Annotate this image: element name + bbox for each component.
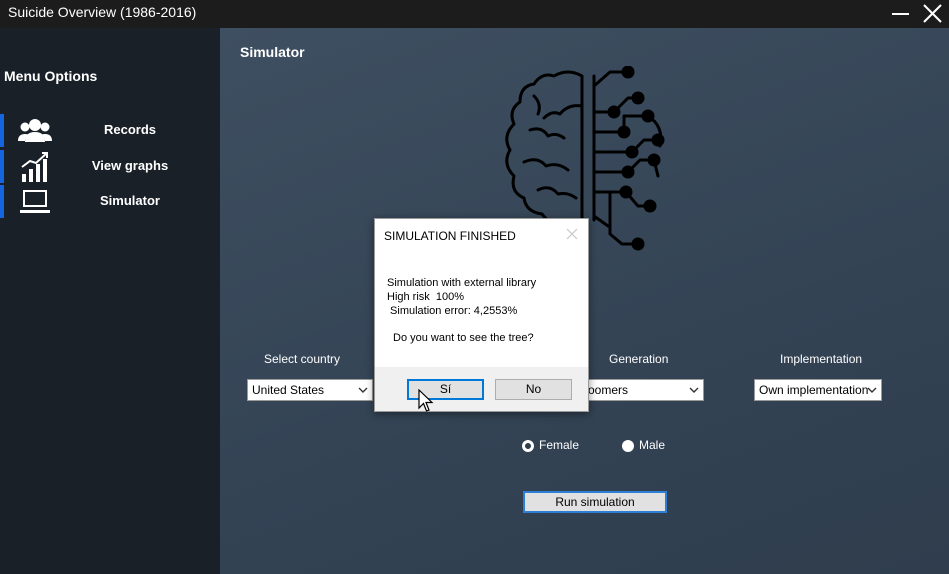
dialog-button-bar: Sí No xyxy=(375,367,588,411)
radio-male-label: Male xyxy=(639,438,666,452)
close-window-button[interactable] xyxy=(920,2,946,26)
minimize-icon xyxy=(892,13,909,15)
implementation-select-value: Own implementation xyxy=(759,383,869,397)
generation-label: Generation xyxy=(609,352,669,366)
bar-chart-icon xyxy=(21,152,48,182)
sidebar-item-label: Simulator xyxy=(100,193,160,208)
country-select-value: United States xyxy=(252,383,325,397)
dialog-close-icon[interactable] xyxy=(565,227,579,241)
title-bar: Suicide Overview (1986-2016) xyxy=(0,0,949,28)
country-label: Select country xyxy=(264,352,341,366)
country-select[interactable]: United States xyxy=(247,379,373,401)
window-title: Suicide Overview (1986-2016) xyxy=(8,4,197,20)
active-indicator xyxy=(0,185,4,218)
minimize-button[interactable] xyxy=(888,2,914,26)
implementation-select[interactable]: Own implementation xyxy=(754,379,882,401)
dialog-message-line: High risk 100% xyxy=(387,291,465,303)
sidebar-item-records[interactable]: Records xyxy=(0,114,220,147)
radio-female[interactable]: Female xyxy=(522,437,592,455)
sidebar-item-simulator[interactable]: Simulator xyxy=(0,185,220,218)
dialog-message-line: Simulation with external library xyxy=(387,277,537,289)
active-indicator xyxy=(0,150,4,183)
users-icon xyxy=(18,119,52,142)
close-icon xyxy=(923,4,942,23)
simulation-finished-dialog: SIMULATION FINISHED Simulation with exte… xyxy=(374,218,589,412)
chevron-down-icon xyxy=(689,387,699,393)
dialog-message-line: Simulation error: 4,2553% xyxy=(387,305,518,317)
implementation-label: Implementation xyxy=(780,352,863,366)
chevron-down-icon xyxy=(358,387,368,393)
no-button[interactable]: No xyxy=(495,379,572,400)
dialog-question: Do you want to see the tree? xyxy=(393,332,534,344)
generation-select[interactable]: oomers xyxy=(578,379,704,401)
sidebar-item-label: Records xyxy=(103,122,157,137)
radio-selected-indicator xyxy=(522,440,534,452)
laptop-icon xyxy=(20,190,50,213)
run-simulation-button[interactable]: Run simulation xyxy=(523,491,667,513)
chevron-down-icon xyxy=(867,387,877,393)
radio-male[interactable]: Male xyxy=(622,437,682,455)
sidebar-item-label: View graphs xyxy=(91,158,169,173)
mouse-cursor-icon xyxy=(418,389,434,412)
active-indicator xyxy=(0,114,4,147)
dialog-title: SIMULATION FINISHED xyxy=(384,229,516,243)
radio-unselected-indicator xyxy=(622,440,634,452)
sidebar-item-view-graphs[interactable]: View graphs xyxy=(0,150,220,183)
sidebar: Menu Options Records View graphs Simulat… xyxy=(0,28,220,574)
generation-select-value: oomers xyxy=(588,383,629,397)
radio-female-label: Female xyxy=(539,438,580,452)
sidebar-title: Menu Options xyxy=(4,68,98,84)
page-title: Simulator xyxy=(240,44,305,60)
